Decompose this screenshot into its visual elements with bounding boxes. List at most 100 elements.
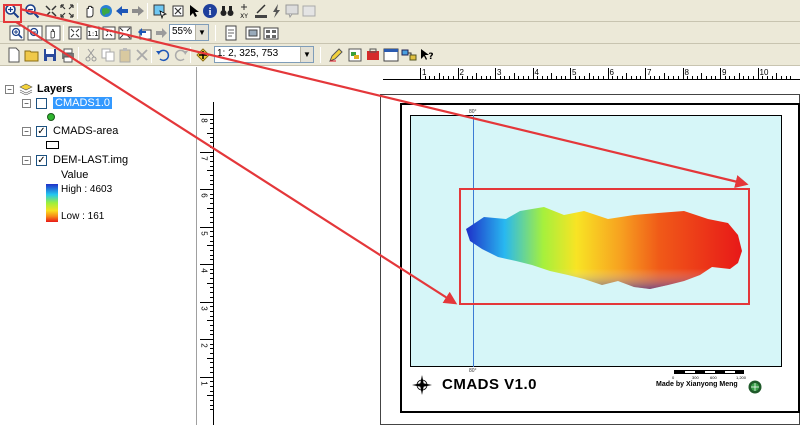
map-author-credit: Made by Xianyong Meng xyxy=(656,381,738,388)
ruler-tick xyxy=(645,68,646,79)
ruler-minor-tick xyxy=(565,76,567,79)
ruler-minor-tick xyxy=(579,76,581,79)
collapse-icon[interactable]: − xyxy=(5,84,14,94)
organization-logo-icon xyxy=(748,380,762,394)
scalebar-label: 300 xyxy=(692,375,699,380)
zoom-percent-combo[interactable]: 55% ▼ xyxy=(169,24,209,41)
toolbar-layout: 1:1 55% ▼ xyxy=(0,22,800,44)
arctoolbox-icon[interactable] xyxy=(364,46,382,64)
toc-layer-cmads10[interactable]: − CMADS1.0 xyxy=(22,96,113,110)
model-builder-icon[interactable] xyxy=(400,46,418,64)
ruler-minor-tick xyxy=(551,73,553,79)
select-features-icon[interactable] xyxy=(151,2,169,20)
save-disk-icon[interactable] xyxy=(41,46,59,64)
copy-icon[interactable] xyxy=(99,46,117,64)
scale-bar xyxy=(674,370,744,374)
ruler-tick xyxy=(200,339,213,340)
zoom-whole-page-icon[interactable] xyxy=(66,24,84,42)
ruler-minor-tick xyxy=(715,76,717,79)
map-scale-combo[interactable]: 1: 2, 325, 753 ▼ xyxy=(214,46,314,63)
ruler-tick xyxy=(495,68,496,79)
ruler-minor-tick xyxy=(210,324,213,326)
change-layout-icon[interactable] xyxy=(262,24,280,42)
redo-icon[interactable] xyxy=(172,46,190,64)
add-data-icon[interactable] xyxy=(194,46,212,64)
next-extent-icon[interactable] xyxy=(152,24,170,42)
collapse-icon[interactable]: − xyxy=(22,155,31,165)
ruler-minor-tick xyxy=(210,128,213,130)
paste-icon[interactable] xyxy=(116,46,134,64)
ruler-minor-tick xyxy=(513,73,515,79)
layout-pan-icon[interactable] xyxy=(44,24,62,42)
ruler-minor-tick xyxy=(210,334,213,336)
ruler-minor-tick xyxy=(207,245,213,247)
ruler-minor-tick xyxy=(668,76,670,79)
ruler-minor-tick xyxy=(452,76,454,79)
find-binoculars-icon[interactable] xyxy=(218,2,236,20)
toc-layer-label[interactable]: CMADS-area xyxy=(53,125,118,137)
python-window-icon[interactable] xyxy=(382,46,400,64)
toc-root-label: Layers xyxy=(37,83,73,95)
chevron-down-icon[interactable]: ▼ xyxy=(195,25,208,40)
ruler-label: 3 xyxy=(199,305,209,311)
catalog-icon[interactable] xyxy=(346,46,364,64)
toc-layer-cmads-area[interactable]: − ✓ CMADS-area xyxy=(22,124,118,138)
ruler-minor-tick xyxy=(448,76,450,79)
ruler-tick xyxy=(532,68,534,79)
ruler-minor-tick xyxy=(790,76,792,79)
ruler-minor-tick xyxy=(210,235,213,237)
focus-data-frame-icon[interactable] xyxy=(244,24,262,42)
go-to-xy-icon[interactable]: XY xyxy=(235,2,253,20)
toc-layer-dem-last[interactable]: − ✓ DEM-LAST.img xyxy=(22,153,128,167)
ruler-minor-tick xyxy=(621,76,623,79)
ruler-minor-tick xyxy=(504,76,506,79)
ruler-minor-tick xyxy=(210,240,213,242)
ruler-minor-tick xyxy=(616,76,618,79)
ruler-minor-tick xyxy=(434,76,436,79)
identify-icon[interactable]: i xyxy=(201,2,219,20)
toc-root-layers[interactable]: − Layers xyxy=(5,82,72,96)
layout-zoom-out-icon[interactable] xyxy=(26,24,44,42)
cut-scissors-icon[interactable] xyxy=(82,46,100,64)
collapse-icon[interactable]: − xyxy=(22,126,31,136)
ruler-minor-tick xyxy=(701,73,703,79)
zoom-out-icon[interactable] xyxy=(23,2,41,20)
whats-this-help-icon[interactable]: ? xyxy=(418,46,436,64)
toggle-draft-icon[interactable] xyxy=(222,24,240,42)
layout-zoom-in-icon[interactable] xyxy=(8,24,26,42)
html-popup-icon[interactable] xyxy=(283,2,301,20)
zoom-out-center-icon[interactable] xyxy=(116,24,134,42)
ruler-tick xyxy=(200,151,213,153)
layer-visibility-checkbox[interactable]: ✓ xyxy=(36,154,47,166)
legend-value-label: Value xyxy=(61,169,89,181)
time-slider-icon[interactable] xyxy=(300,2,318,20)
layer-visibility-checkbox[interactable]: ✓ xyxy=(36,125,47,137)
ruler-minor-tick xyxy=(210,292,213,294)
collapse-icon[interactable]: − xyxy=(22,98,31,108)
delete-x-icon[interactable] xyxy=(133,46,151,64)
forward-arrow-icon[interactable] xyxy=(129,2,147,20)
new-document-icon[interactable] xyxy=(5,46,23,64)
scalebar-label: 600 xyxy=(710,375,717,380)
undo-icon[interactable] xyxy=(154,46,172,64)
ruler-minor-tick xyxy=(210,203,213,205)
ruler-minor-tick xyxy=(210,390,213,392)
ruler-minor-tick xyxy=(776,73,778,79)
ruler-minor-tick xyxy=(771,76,773,79)
toc-layer-label[interactable]: CMADS1.0 xyxy=(53,97,113,109)
chevron-down-icon[interactable]: ▼ xyxy=(300,47,313,62)
layer-visibility-checkbox[interactable] xyxy=(36,97,47,109)
ruler-minor-tick xyxy=(210,409,213,411)
toc-layer-label[interactable]: DEM-LAST.img xyxy=(53,154,128,166)
ruler-minor-tick xyxy=(210,142,213,144)
ruler-minor-tick xyxy=(210,198,213,200)
ruler-minor-tick xyxy=(762,76,764,79)
toolbar-standard: 1: 2, 325, 753 ▼ ? xyxy=(0,44,800,66)
ruler-minor-tick xyxy=(210,371,213,373)
editor-pencil-icon[interactable] xyxy=(327,46,345,64)
open-folder-icon[interactable] xyxy=(23,46,41,64)
ruler-minor-tick xyxy=(466,76,468,79)
print-icon[interactable] xyxy=(59,46,77,64)
ruler-minor-tick xyxy=(541,76,543,79)
fixed-zoom-out-icon[interactable] xyxy=(58,2,76,20)
